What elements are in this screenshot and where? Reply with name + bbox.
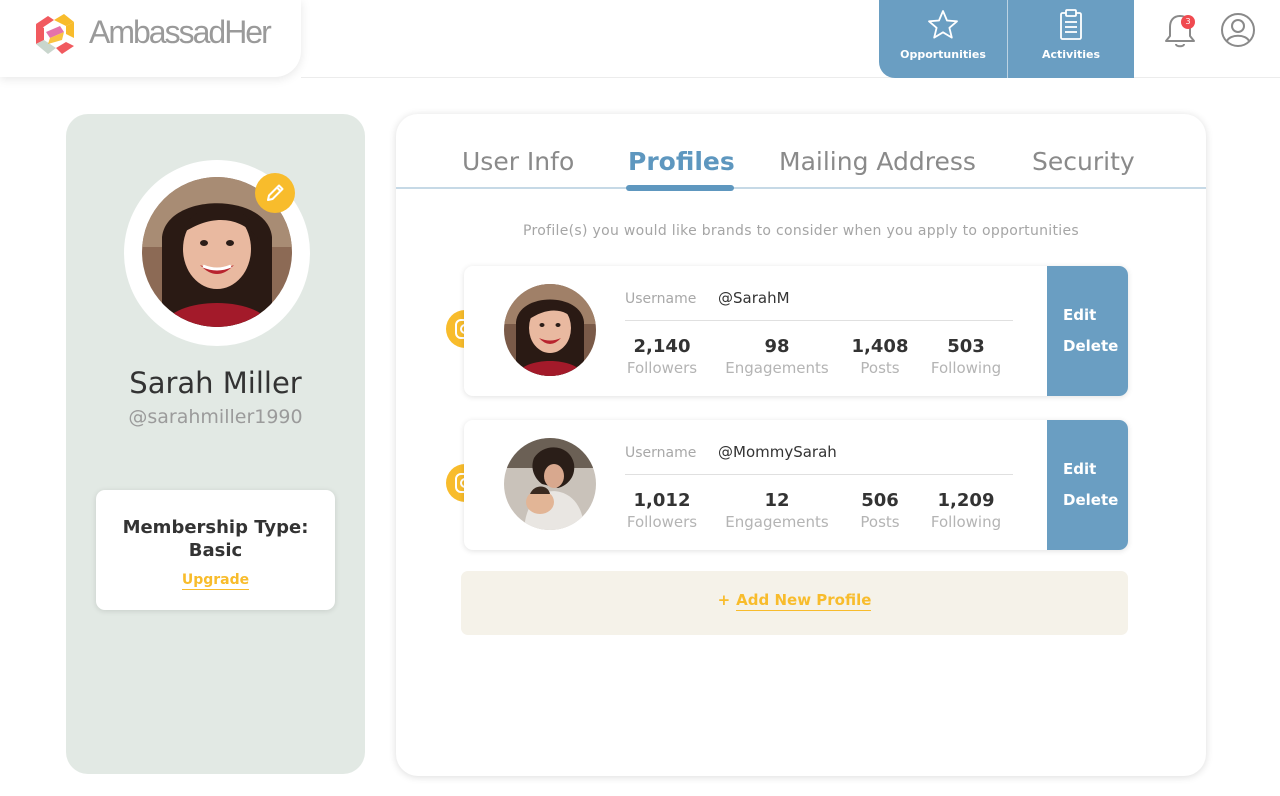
profile-divider (625, 474, 1013, 475)
stat-label: Posts (860, 359, 900, 377)
tab-user-info[interactable]: User Info (462, 147, 574, 176)
tab-mailing-address[interactable]: Mailing Address (779, 147, 976, 176)
settings-tabs: User Info Profiles Mailing Address Secur… (396, 114, 1206, 191)
star-icon (928, 10, 958, 39)
user-summary-card: Sarah Miller @sarahmiller1990 Membership… (66, 114, 365, 774)
upgrade-link[interactable]: Upgrade (181, 572, 250, 590)
nav-activities-label: Activities (1041, 48, 1101, 61)
logo-icon (36, 14, 74, 54)
profile-actions: Edit Delete (1047, 266, 1128, 396)
username-label: Username (625, 291, 697, 307)
stat-label: Engagements (725, 513, 829, 531)
active-tab-indicator (626, 185, 734, 191)
stat-label: Following (930, 513, 1002, 531)
edit-button[interactable]: Edit (1063, 306, 1096, 324)
clipboard-icon (1060, 9, 1082, 40)
stat-value: 1,408 (851, 336, 909, 357)
profile-card: Username @SarahM 2,140 Followers 98 Enga… (464, 266, 1128, 396)
profiles-intro: Profile(s) you would like brands to cons… (523, 223, 1079, 239)
stat-value: 1,012 (633, 490, 691, 511)
stat-followers: 2,140 Followers (622, 336, 702, 378)
profile-avatar (504, 438, 596, 530)
brand-name: AmbassadHer (89, 14, 272, 50)
profile-avatar (504, 284, 596, 376)
profile-divider (625, 320, 1013, 321)
stat-following: 1,209 Following (926, 490, 1006, 532)
stat-value: 12 (764, 490, 790, 511)
nav-opportunities[interactable]: Opportunities (879, 0, 1007, 78)
stat-label: Posts (860, 513, 900, 531)
stat-posts: 506 Posts (848, 490, 912, 532)
stat-value: 503 (947, 336, 985, 357)
stat-engagements: 12 Engagements (722, 490, 832, 532)
stat-label: Following (930, 359, 1002, 377)
membership-card: Membership Type: Basic Upgrade (96, 490, 335, 610)
tabs-underline (396, 187, 1206, 189)
stat-value: 2,140 (633, 336, 691, 357)
stat-value: 1,209 (937, 490, 995, 511)
stat-label: Followers (626, 359, 698, 377)
delete-button[interactable]: Delete (1063, 491, 1118, 509)
tab-security[interactable]: Security (1032, 147, 1135, 176)
nav-opportunities-label: Opportunities (900, 48, 986, 61)
user-handle: @sarahmiller1990 (128, 406, 303, 428)
logo-container[interactable]: AmbassadHer (0, 0, 301, 77)
username-value: @SarahM (718, 289, 790, 307)
edit-avatar-button[interactable] (255, 173, 295, 213)
add-new-profile-label: Add New Profile (736, 591, 872, 611)
main-nav: Opportunities Activities (879, 0, 1134, 78)
profile-actions: Edit Delete (1047, 420, 1128, 550)
add-new-profile-button[interactable]: + Add New Profile (461, 571, 1128, 635)
account-icon[interactable] (1220, 12, 1256, 48)
username-value: @MommySarah (718, 443, 837, 461)
nav-activities[interactable]: Activities (1007, 0, 1134, 78)
profile-card: Username @MommySarah 1,012 Followers 12 … (464, 420, 1128, 550)
membership-value: Basic (188, 540, 243, 561)
stat-value: 506 (861, 490, 899, 511)
notification-badge: 3 (1181, 15, 1195, 29)
edit-button[interactable]: Edit (1063, 460, 1096, 478)
stat-engagements: 98 Engagements (722, 336, 832, 378)
stat-label: Engagements (725, 359, 829, 377)
user-name: Sarah Miller (129, 366, 302, 400)
stat-label: Followers (626, 513, 698, 531)
username-label: Username (625, 445, 697, 461)
delete-button[interactable]: Delete (1063, 337, 1118, 355)
membership-title: Membership Type: (122, 517, 309, 538)
tab-profiles[interactable]: Profiles (628, 147, 735, 176)
membership-label: Membership Type: Basic (96, 516, 335, 562)
profiles-panel: User Info Profiles Mailing Address Secur… (396, 114, 1206, 776)
stat-value: 98 (764, 336, 790, 357)
stat-following: 503 Following (926, 336, 1006, 378)
pencil-icon (267, 184, 284, 201)
stat-followers: 1,012 Followers (622, 490, 702, 532)
plus-icon: + (717, 591, 731, 609)
stat-posts: 1,408 Posts (848, 336, 912, 378)
